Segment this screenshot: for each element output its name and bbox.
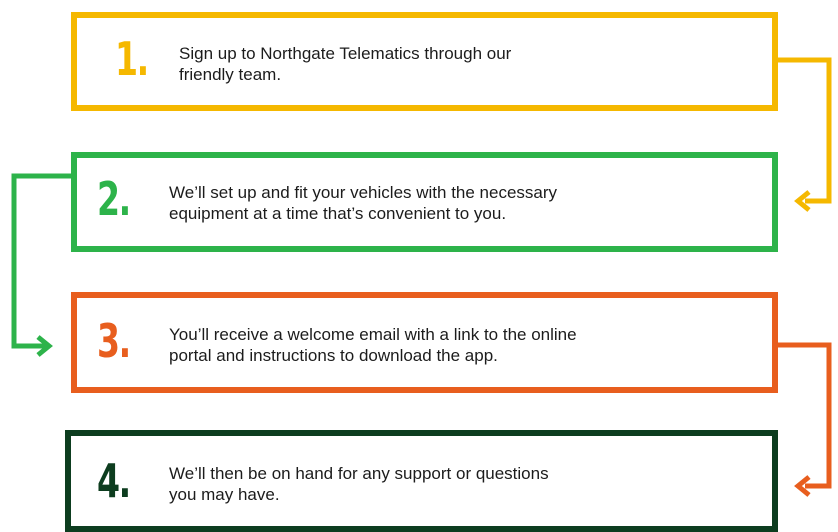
connector-1-to-2 — [777, 57, 832, 212]
step-2-text-line-2: equipment at a time that’s convenient to… — [169, 204, 507, 223]
step-3-text: You’ll receive a welcome email with a li… — [169, 324, 577, 366]
connector-2-to-3-line — [11, 173, 71, 349]
step-2-text: We’ll set up and fit your vehicles with … — [169, 182, 557, 224]
step-3-text-line-1: You’ll receive a welcome email with a li… — [169, 325, 577, 344]
step-2-text-line-1: We’ll set up and fit your vehicles with … — [169, 183, 558, 202]
step-3-box: 3. You’ll receive a welcome email with a… — [71, 292, 778, 393]
step-1-text: Sign up to Northgate Telematics through … — [179, 43, 511, 85]
step-1-text-line-2: friendly team. — [179, 65, 282, 84]
step-4-text-line-2: you may have. — [169, 485, 280, 504]
step-4-box: 4. We’ll then be on hand for any support… — [65, 430, 778, 532]
step-2-box: 2. We’ll set up and fit your vehicles wi… — [71, 152, 778, 252]
connector-2-to-3 — [11, 173, 71, 357]
step-1-number: 1. — [115, 32, 149, 86]
connector-3-to-4 — [777, 342, 832, 497]
step-4-text: We’ll then be on hand for any support or… — [169, 463, 549, 505]
step-1-box: 1. Sign up to Northgate Telematics throu… — [71, 12, 778, 111]
step-4-text-line-1: We’ll then be on hand for any support or… — [169, 464, 549, 483]
connector-1-to-2-line — [777, 57, 832, 204]
step-2-number: 2. — [97, 172, 131, 226]
step-1-text-line-1: Sign up to Northgate Telematics through … — [179, 44, 512, 63]
step-3-text-line-2: portal and instructions to download the … — [169, 346, 498, 365]
connector-3-to-4-line — [777, 342, 832, 489]
step-4-number: 4. — [97, 454, 131, 508]
step-3-number: 3. — [97, 314, 131, 368]
